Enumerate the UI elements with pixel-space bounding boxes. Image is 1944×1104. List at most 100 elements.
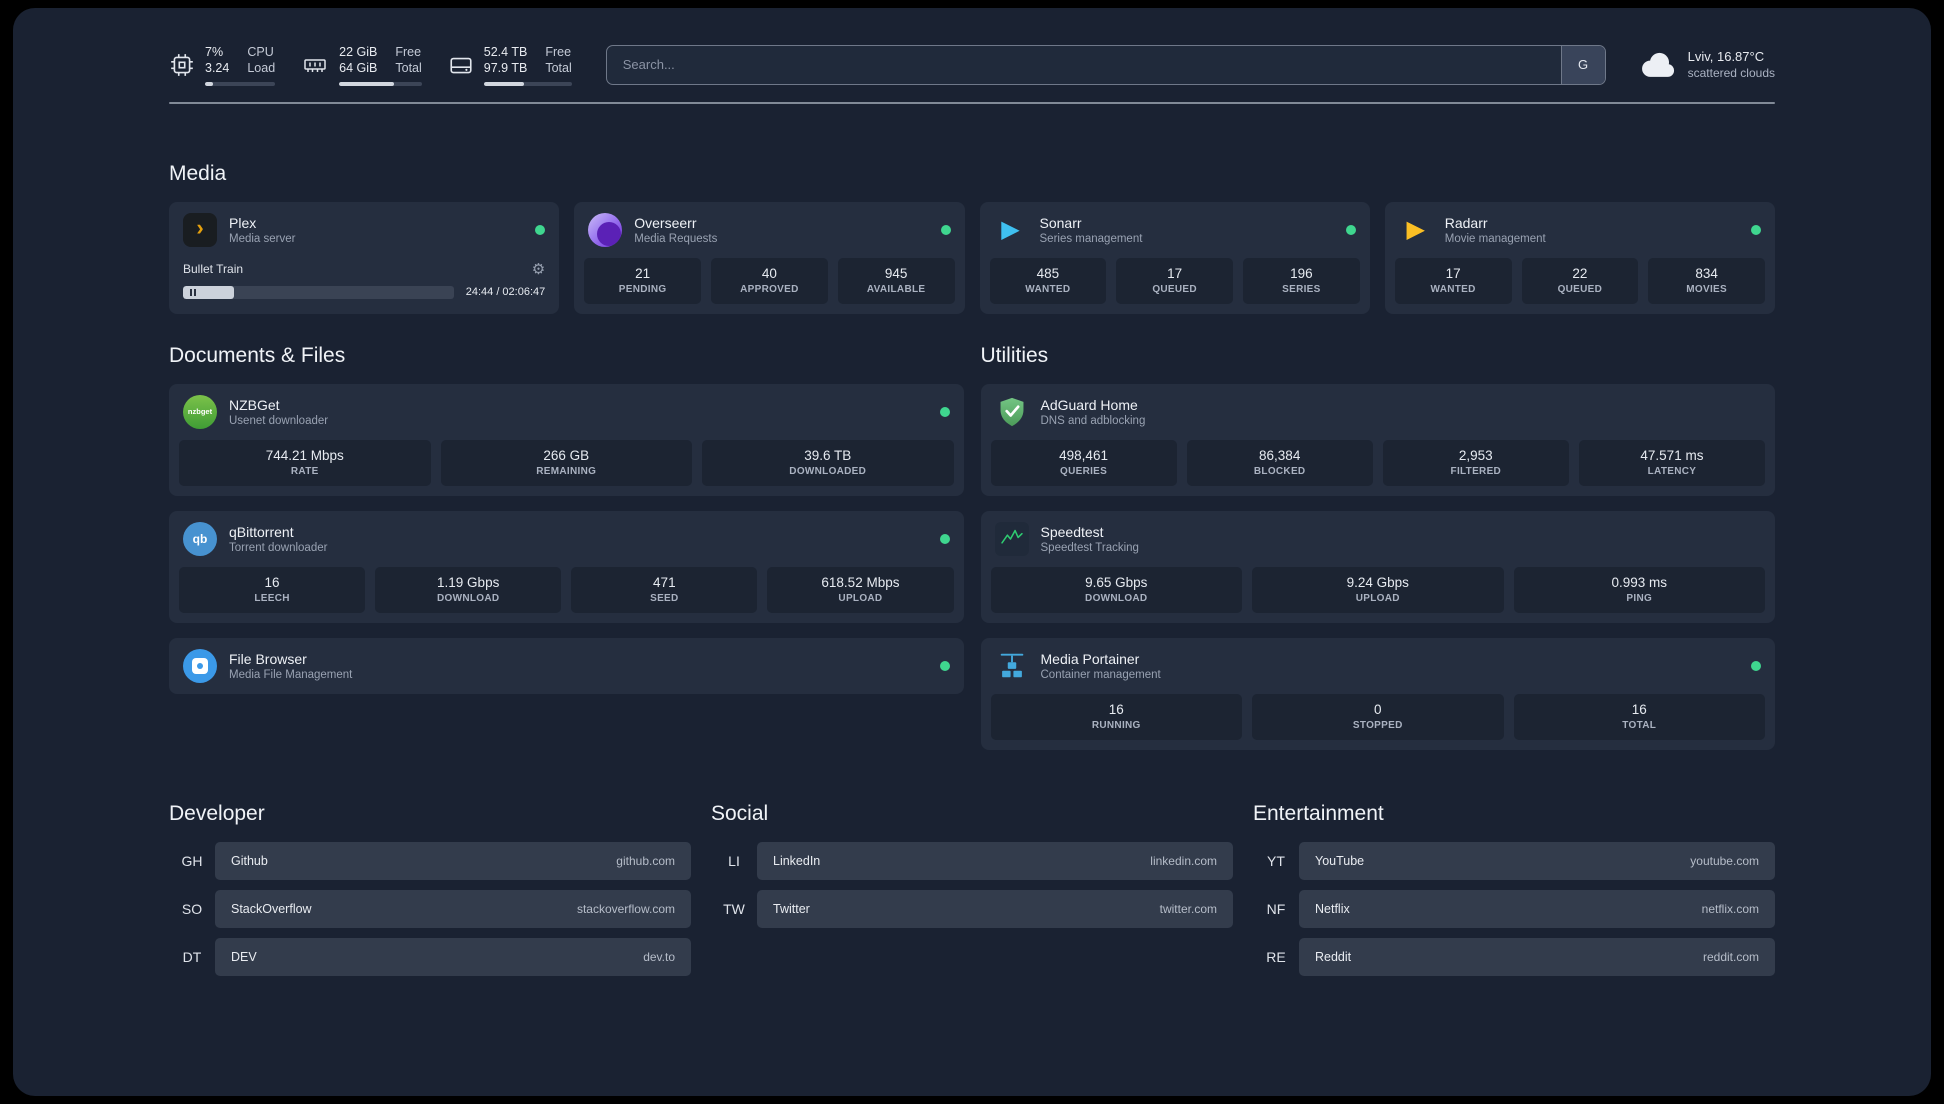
stat-label: RATE (290, 466, 319, 477)
bookmark-name: Reddit (1315, 949, 1352, 964)
bookmark-dev[interactable]: DT DEV dev.to (169, 937, 691, 976)
stat-label: SEED (650, 593, 679, 604)
stat-label: LATENCY (1647, 466, 1697, 477)
service-card-radarr[interactable]: ▶ Radarr Movie management 17 WANTED 22 Q… (1384, 201, 1775, 314)
service-card-adguard[interactable]: AdGuard Home DNS and adblocking 498,461 … (980, 383, 1776, 496)
stat-value: 86,384 (1259, 448, 1301, 463)
nzbget-icon: nzbget (183, 394, 217, 429)
dashboard: 7% 3.24 CPU Load 22 GiB 64 GiB Free Tota… (13, 8, 1931, 1096)
service-card-portainer[interactable]: Media Portainer Container management 16 … (980, 637, 1775, 750)
bookmark-domain: linkedin.com (1150, 853, 1217, 868)
stat-label: DOWNLOAD (436, 593, 500, 604)
section-title-media: Media (169, 161, 227, 185)
stat-tile: 0.993 ms PING (1513, 566, 1765, 613)
memory-total: 64 GiB (339, 61, 378, 76)
service-card-sonarr[interactable]: ▶ Sonarr Series management 485 WANTED 17… (979, 201, 1370, 314)
service-card-nzbget[interactable]: nzbget NZBGet Usenet downloader 744.21 M… (169, 383, 964, 496)
stat-label: LEECH (254, 593, 290, 604)
bookmark-domain: stackoverflow.com (576, 901, 675, 916)
column-documents: Documents & Files nzbget NZBGet Usenet d… (169, 344, 964, 750)
plex-icon: › (183, 212, 217, 247)
pause-icon[interactable] (190, 288, 196, 296)
section-title-documents: Documents & Files (169, 343, 346, 367)
bookmark-github[interactable]: GH Github github.com (169, 841, 691, 880)
status-dot (1751, 660, 1761, 671)
service-stats: 498,461 QUERIES 86,384 BLOCKED 2,953 FIL… (981, 439, 1776, 496)
bookmark-netflix[interactable]: NF Netflix netflix.com (1253, 889, 1775, 928)
cpu-bar (205, 81, 276, 86)
bookmark-domain: youtube.com (1690, 853, 1759, 868)
memory-label-top: Free (395, 45, 422, 59)
bookmark-name: Github (231, 853, 268, 868)
bookmark-linkedin[interactable]: LI LinkedIn linkedin.com (711, 841, 1233, 880)
service-card-filebrowser[interactable]: File Browser Media File Management (169, 637, 964, 694)
bookmark-abbr: YT (1267, 852, 1285, 869)
stat-value: 945 (884, 266, 908, 281)
bookmark-stackoverflow[interactable]: SO StackOverflow stackoverflow.com (169, 889, 691, 928)
service-card-plex[interactable]: › Plex Media server Bullet Train ⚙ 24:44… (169, 201, 560, 314)
service-name: AdGuard Home (1040, 396, 1138, 413)
bookmark-name: LinkedIn (773, 853, 821, 868)
service-name: qBittorrent (229, 523, 294, 540)
bookmark-abbr: LI (728, 852, 740, 869)
cpu-load: 3.24 (205, 61, 230, 76)
bookmark-domain: twitter.com (1159, 901, 1217, 916)
search-input[interactable] (606, 45, 1561, 84)
stat-label: QUEUED (1152, 284, 1197, 295)
stat-value: 744.21 Mbps (265, 448, 344, 463)
service-card-overseerr[interactable]: Overseerr Media Requests 21 PENDING 40 A… (574, 201, 965, 314)
stat-tile: 86,384 BLOCKED (1186, 439, 1373, 486)
stat-value: 9.24 Gbps (1346, 575, 1409, 590)
memory-icon (301, 53, 329, 77)
radarr-icon: ▶ (1406, 215, 1425, 243)
service-subtitle: Container management (1040, 668, 1161, 681)
memory-widget: 22 GiB 64 GiB Free Total (301, 44, 422, 86)
speedtest-icon (994, 521, 1029, 556)
cloud-icon (1640, 51, 1678, 79)
memory-bar (339, 81, 422, 86)
bookmark-twitter[interactable]: TW Twitter twitter.com (711, 889, 1233, 928)
stat-tile: 16 LEECH (179, 566, 366, 613)
cpu-icon (169, 52, 195, 78)
bookmark-youtube[interactable]: YT YouTube youtube.com (1253, 841, 1775, 880)
stat-tile: 1.19 Gbps DOWNLOAD (375, 566, 562, 613)
stat-tile: 266 GB REMAINING (440, 439, 692, 486)
stat-value: 17 (1167, 266, 1183, 281)
bookmark-domain: dev.to (643, 949, 675, 964)
service-name: Media Portainer (1040, 650, 1140, 667)
stat-value: 16 (1108, 702, 1124, 717)
portainer-icon (995, 649, 1029, 683)
service-name: Radarr (1444, 214, 1488, 231)
service-card-qbittorrent[interactable]: qb qBittorrent Torrent downloader 16 LEE… (169, 510, 964, 623)
stat-value: 16 (264, 575, 280, 590)
bookmark-reddit[interactable]: RE Reddit reddit.com (1253, 937, 1775, 976)
service-subtitle: Media File Management (229, 668, 353, 681)
stat-label: WANTED (1025, 284, 1071, 295)
service-stats: 16 LEECH 1.19 Gbps DOWNLOAD 471 SEED 618… (169, 566, 964, 623)
playback-time: 24:44 / 02:06:47 (465, 286, 546, 298)
stat-value: 485 (1036, 266, 1060, 281)
stat-tile: 16 TOTAL (1513, 693, 1765, 740)
stat-label: DOWNLOAD (1085, 593, 1148, 604)
column-utilities: Utilities AdGuard Home DNS and adblockin… (980, 344, 1776, 750)
service-name: Plex (229, 214, 257, 231)
playback-progress-bar[interactable] (183, 285, 454, 299)
overseerr-icon (588, 212, 623, 247)
service-card-speedtest[interactable]: Speedtest Speedtest Tracking 9.65 Gbps D… (980, 510, 1775, 623)
stat-label: PENDING (618, 284, 667, 295)
stat-tile: 22 QUEUED (1521, 257, 1639, 304)
stat-label: WANTED (1430, 284, 1476, 295)
service-stats: 21 PENDING 40 APPROVED 945 AVAILABLE (574, 257, 964, 314)
service-subtitle: Media server (229, 232, 296, 245)
stat-value: 47.571 ms (1640, 448, 1704, 463)
bookmark-group-social: Social LI LinkedIn linkedin.com TW Twitt… (711, 802, 1233, 976)
service-stats: 17 WANTED 22 QUEUED 834 MOVIES (1385, 257, 1775, 314)
search-provider-button[interactable]: G (1560, 45, 1605, 84)
service-subtitle: DNS and adblocking (1040, 414, 1146, 427)
settings-icon[interactable]: ⚙ (532, 260, 545, 278)
disk-free: 52.4 TB (483, 45, 528, 59)
bookmark-name: Twitter (773, 901, 810, 916)
stat-label: FILTERED (1450, 466, 1502, 477)
bookmark-abbr: GH (181, 852, 203, 869)
bookmark-name: YouTube (1315, 853, 1365, 868)
